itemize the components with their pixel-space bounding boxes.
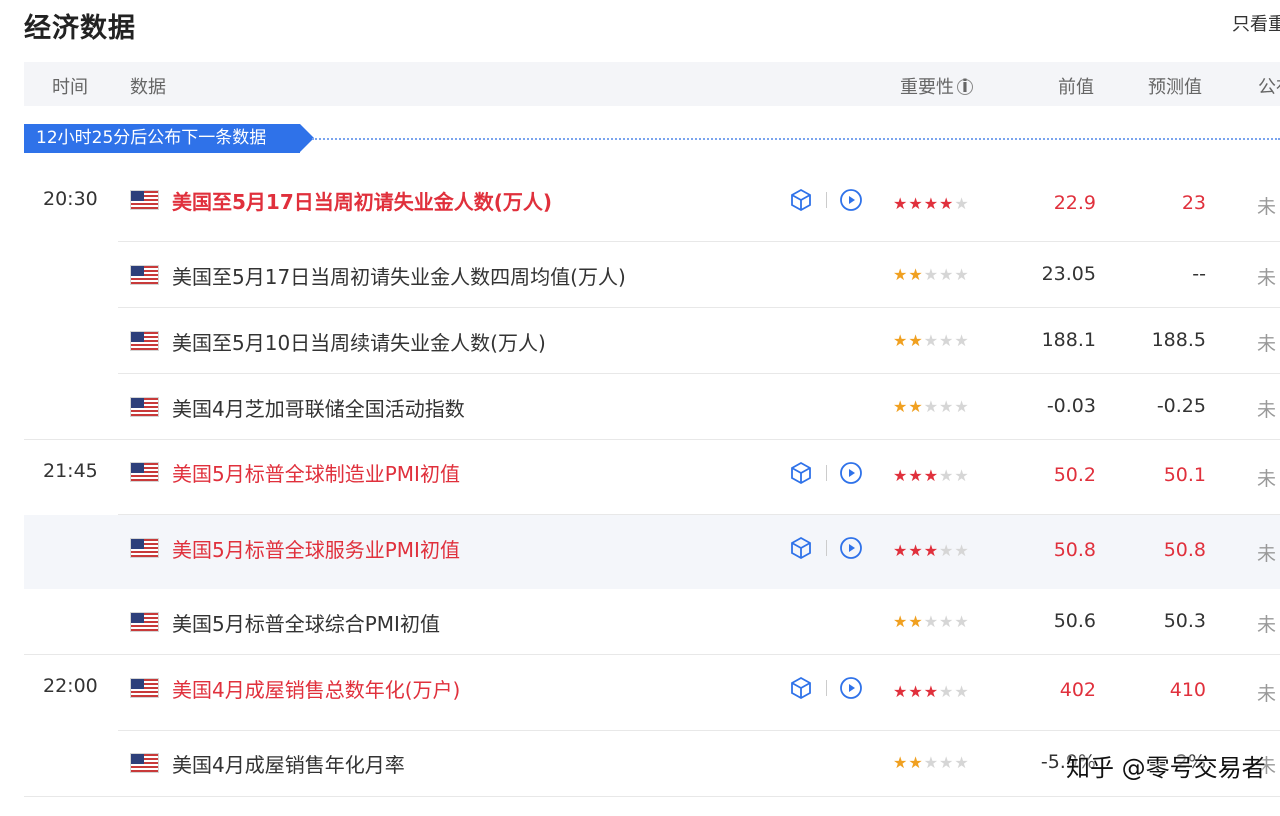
play-icon[interactable]: [839, 676, 863, 700]
us-flag-icon: [130, 612, 159, 632]
row-title[interactable]: 美国4月成屋销售年化月率: [172, 749, 405, 778]
icon-separator: [826, 192, 827, 208]
cube-icon[interactable]: [789, 188, 813, 212]
row-title[interactable]: 美国至5月17日当周初请失业金人数(万人): [172, 186, 552, 215]
row-time: 20:30: [43, 188, 98, 210]
row-published: 未: [1257, 543, 1277, 565]
cube-icon[interactable]: [789, 536, 813, 560]
cube-icon[interactable]: [789, 676, 813, 700]
row-previous: 188.1: [1041, 329, 1096, 351]
row-time: 22:00: [43, 675, 98, 697]
row-title[interactable]: 美国5月标普全球服务业PMI初值: [172, 534, 460, 563]
table-row[interactable]: 21:45 美国5月标普全球制造业PMI初值 ★★★★★ 50.2 50.1 未: [24, 440, 1280, 515]
row-previous: 23.05: [1041, 263, 1096, 285]
importance-stars: ★★★★★: [893, 265, 970, 284]
us-flag-icon: [130, 190, 159, 210]
row-forecast: --: [1192, 263, 1206, 285]
row-previous: 22.9: [1053, 192, 1096, 214]
table-row[interactable]: 美国5月标普全球服务业PMI初值 ★★★★★ 50.8 50.8 未: [24, 515, 1280, 589]
data-rows: 20:30 美国至5月17日当周初请失业金人数(万人) ★★★★★ 22.9 2…: [0, 0, 1280, 816]
row-divider: [24, 796, 1280, 797]
row-forecast: 23: [1181, 192, 1206, 214]
zhihu-watermark: 知乎 @零号交易者: [1066, 754, 1266, 782]
importance-stars: ★★★★★: [893, 331, 970, 350]
importance-stars: ★★★★★: [893, 194, 970, 213]
row-published: 未: [1257, 399, 1277, 421]
row-title[interactable]: 美国4月芝加哥联储全国活动指数: [172, 393, 465, 422]
play-icon[interactable]: [839, 536, 863, 560]
row-forecast: -0.25: [1156, 395, 1206, 417]
row-previous: 50.2: [1053, 464, 1096, 486]
row-forecast: 50.3: [1163, 610, 1206, 632]
row-published: 未: [1257, 468, 1277, 490]
us-flag-icon: [130, 265, 159, 285]
table-row[interactable]: 美国至5月10日当周续请失业金人数(万人) ★★★★★ 188.1 188.5 …: [24, 308, 1280, 374]
row-forecast: 50.8: [1163, 539, 1206, 561]
importance-stars: ★★★★★: [893, 397, 970, 416]
cube-icon[interactable]: [789, 461, 813, 485]
row-time: 21:45: [43, 460, 98, 482]
importance-stars: ★★★★★: [893, 612, 970, 631]
row-title[interactable]: 美国5月标普全球制造业PMI初值: [172, 458, 460, 487]
importance-stars: ★★★★★: [893, 682, 970, 701]
row-previous: 50.6: [1053, 610, 1096, 632]
play-icon[interactable]: [839, 188, 863, 212]
importance-stars: ★★★★★: [893, 466, 970, 485]
row-published: 未: [1257, 614, 1277, 636]
table-row[interactable]: 美国4月芝加哥联储全国活动指数 ★★★★★ -0.03 -0.25 未: [24, 374, 1280, 440]
us-flag-icon: [130, 753, 159, 773]
row-forecast: 50.1: [1163, 464, 1206, 486]
row-previous: 50.8: [1053, 539, 1096, 561]
table-row[interactable]: 美国5月标普全球综合PMI初值 ★★★★★ 50.6 50.3 未: [24, 589, 1280, 655]
row-published: 未: [1257, 196, 1277, 218]
importance-stars: ★★★★★: [893, 541, 970, 560]
us-flag-icon: [130, 462, 159, 482]
row-title[interactable]: 美国至5月17日当周初请失业金人数四周均值(万人): [172, 261, 626, 290]
us-flag-icon: [130, 397, 159, 417]
play-icon[interactable]: [839, 461, 863, 485]
row-title[interactable]: 美国5月标普全球综合PMI初值: [172, 608, 440, 637]
us-flag-icon: [130, 538, 159, 558]
icon-separator: [826, 680, 827, 696]
icon-separator: [826, 540, 827, 556]
table-row[interactable]: 美国至5月17日当周初请失业金人数四周均值(万人) ★★★★★ 23.05 --…: [24, 242, 1280, 308]
row-title[interactable]: 美国至5月10日当周续请失业金人数(万人): [172, 327, 546, 356]
importance-stars: ★★★★★: [893, 753, 970, 772]
row-published: 未: [1257, 683, 1277, 705]
row-forecast: 188.5: [1151, 329, 1206, 351]
table-row[interactable]: 20:30 美国至5月17日当周初请失业金人数(万人) ★★★★★ 22.9 2…: [24, 168, 1280, 242]
us-flag-icon: [130, 331, 159, 351]
table-row[interactable]: 22:00 美国4月成屋销售总数年化(万户) ★★★★★ 402 410 未: [24, 655, 1280, 731]
row-previous: 402: [1059, 679, 1096, 701]
row-previous: -0.03: [1046, 395, 1096, 417]
row-title[interactable]: 美国4月成屋销售总数年化(万户): [172, 674, 460, 703]
us-flag-icon: [130, 678, 159, 698]
row-published: 未: [1257, 333, 1277, 355]
row-forecast: 410: [1169, 679, 1206, 701]
icon-separator: [826, 465, 827, 481]
row-published: 未: [1257, 267, 1277, 289]
